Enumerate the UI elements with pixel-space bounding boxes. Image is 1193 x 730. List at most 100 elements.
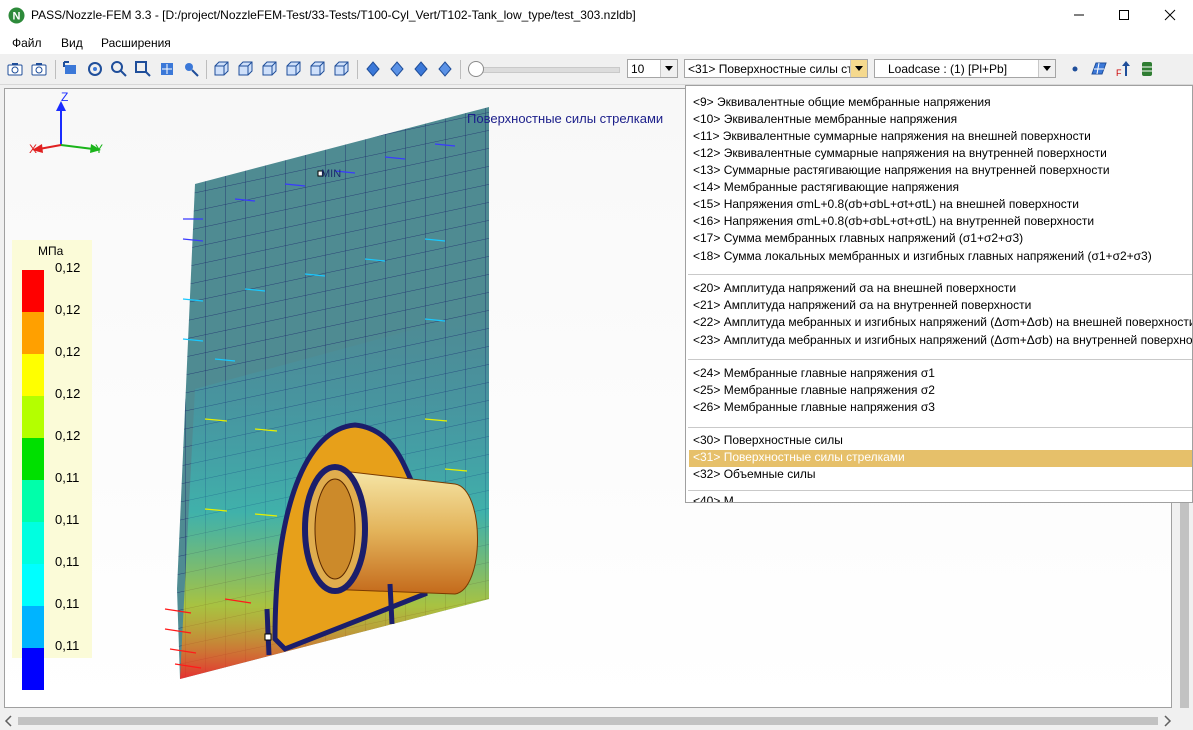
maximize-button[interactable] [1101, 0, 1147, 30]
force-icon[interactable]: F [1114, 60, 1132, 78]
zoom-window-icon[interactable] [134, 60, 152, 78]
toolbar-separator [357, 60, 358, 79]
scale-combo-value: 10 [631, 62, 645, 76]
dropdown-item[interactable]: <18> Сумма локальных мембранных и изгибн… [693, 249, 1152, 263]
legend-value-label: 0,11 [55, 638, 80, 653]
scale-combo[interactable]: 10 [627, 59, 678, 78]
menu-view[interactable]: Вид [61, 36, 83, 50]
dropdown-item[interactable]: <30> Поверхностные силы [693, 433, 843, 447]
view-iso-icon[interactable] [364, 60, 382, 78]
dropdown-separator [688, 427, 1192, 428]
dropdown-item[interactable]: <12> Эквивалентные суммарные напряжения … [693, 146, 1107, 160]
chevron-down-icon[interactable] [850, 60, 867, 77]
close-icon [1164, 9, 1176, 21]
chevron-down-icon[interactable] [1038, 60, 1055, 77]
dropdown-item[interactable]: <9> Эквивалентные общие мембранные напря… [693, 95, 991, 109]
camera-icon[interactable] [30, 60, 48, 78]
plot-title: Поверхностные силы стрелками [467, 111, 663, 126]
dropdown-item[interactable]: <17> Сумма мембранных главных напряжений… [693, 231, 1023, 245]
view-front-icon[interactable] [212, 60, 230, 78]
legend-swatch [22, 312, 44, 354]
view-iso-icon[interactable] [436, 60, 454, 78]
axes-gizmo: Z X Y [29, 90, 103, 156]
view-iso-icon[interactable] [332, 60, 350, 78]
legend-value-label: 0,11 [55, 512, 80, 527]
horizontal-scroll-thumb[interactable] [18, 717, 1158, 725]
legend-value-label: 0,12 [55, 344, 81, 359]
scroll-right-icon[interactable] [1159, 712, 1176, 730]
menu-file[interactable]: Файл [12, 36, 42, 50]
view-iso-icon[interactable] [388, 60, 406, 78]
database-icon[interactable] [1138, 60, 1156, 78]
zoom-in-icon[interactable] [110, 60, 128, 78]
menu-bar: Файл Вид Расширения [0, 32, 1193, 54]
svg-text:N: N [13, 11, 21, 23]
dropdown-item[interactable]: <13> Суммарные растягивающие напряжения … [693, 163, 1110, 177]
view-right-icon[interactable] [284, 60, 302, 78]
svg-text:F: F [1116, 68, 1122, 78]
dropdown-item[interactable]: <23> Амплитуда мебранных и изгибных напр… [693, 333, 1192, 347]
camera-icon[interactable] [6, 60, 24, 78]
title-bar: N PASS/Nozzle-FEM 3.3 - [D:/project/Nozz… [0, 0, 1193, 32]
legend-swatch [22, 438, 44, 480]
dropdown-item[interactable]: <40> М [693, 494, 734, 502]
close-button[interactable] [1147, 0, 1193, 30]
legend-swatch [22, 480, 44, 522]
dropdown-separator [688, 490, 1192, 491]
dropdown-item[interactable]: <14> Мембранные растягивающие напряжения [693, 180, 959, 194]
result-type-dropdown-list[interactable]: <9> Эквивалентные общие мембранные напря… [685, 85, 1193, 503]
dropdown-item[interactable]: <16> Напряжения σmL+0.8(σb+σbL+σt+σtL) н… [693, 214, 1094, 228]
legend-value-label: 0,11 [55, 596, 80, 611]
legend-swatch [22, 396, 44, 438]
pan-icon[interactable] [158, 60, 176, 78]
view-top-icon[interactable] [308, 60, 326, 78]
dropdown-item[interactable]: <11> Эквивалентные суммарные напряжения … [693, 129, 1091, 143]
result-type-combo[interactable]: <31> Поверхностные силы ст [684, 59, 868, 78]
menu-extensions[interactable]: Расширения [101, 36, 171, 50]
scale-slider-thumb[interactable] [468, 61, 484, 77]
support-leg [264, 608, 272, 656]
support-leg [387, 583, 395, 625]
color-legend: МПа 0,12 0,12 0,12 0,12 0,12 0,11 0,11 0,11 0,11… [12, 240, 92, 690]
view-iso-icon[interactable] [412, 60, 430, 78]
dropdown-separator [688, 274, 1192, 275]
legend-swatch [22, 354, 44, 396]
chevron-down-icon[interactable] [660, 60, 677, 77]
result-type-combo-value: <31> Поверхностные силы ст [688, 62, 853, 76]
dropdown-separator [688, 359, 1192, 360]
loadcase-combo[interactable]: Loadcase : (1) [Pl+Pb] [874, 59, 1056, 78]
rotate-icon[interactable] [86, 60, 104, 78]
view-left-icon[interactable] [260, 60, 278, 78]
view-back-icon[interactable] [236, 60, 254, 78]
dropdown-item[interactable]: <24> Мембранные главные напряжения σ1 [693, 366, 935, 380]
app-logo-icon: N [8, 7, 25, 24]
dropdown-item[interactable]: <32> Объемные силы [693, 467, 816, 481]
legend-swatch [22, 564, 44, 606]
legend-unit: МПа [38, 244, 64, 258]
dropdown-item[interactable]: <21> Амплитуда напряжений σa на внутренн… [693, 298, 1031, 312]
horizontal-scrollbar[interactable] [0, 712, 1176, 730]
dropdown-item[interactable]: <26> Мембранные главные напряжения σ3 [693, 400, 935, 414]
max-marker [264, 633, 272, 641]
dropdown-item[interactable]: <31> Поверхностные силы стрелками [693, 450, 905, 464]
scale-slider-track[interactable] [478, 67, 620, 73]
legend-value-label: 0,11 [55, 554, 80, 569]
dropdown-item[interactable]: <20> Амплитуда напряжений σa на внешней … [693, 281, 1016, 295]
legend-value-label: 0,12 [55, 428, 81, 443]
node-icon[interactable] [1066, 60, 1084, 78]
fit-icon[interactable] [62, 60, 80, 78]
dropdown-item[interactable]: <15> Напряжения σmL+0.8(σb+σbL+σt+σtL) н… [693, 197, 1079, 211]
mesh-icon[interactable] [1090, 60, 1108, 78]
toolbar-separator [55, 60, 56, 79]
dropdown-item[interactable]: <25> Мембранные главные напряжения σ2 [693, 383, 935, 397]
minimize-icon [1074, 14, 1084, 16]
legend-value-label: 0,12 [55, 260, 81, 275]
minimize-button[interactable] [1056, 0, 1102, 30]
axis-y-label: Y [95, 142, 103, 156]
maximize-icon [1119, 10, 1129, 20]
dropdown-item[interactable]: <10> Эквивалентные мембранные напряжения [693, 112, 957, 126]
dropdown-item[interactable]: <22> Амплитуда мебранных и изгибных напр… [693, 315, 1192, 329]
scroll-left-icon[interactable] [0, 712, 17, 730]
zoom-icon[interactable] [182, 60, 200, 78]
toolbar-separator [206, 60, 207, 79]
